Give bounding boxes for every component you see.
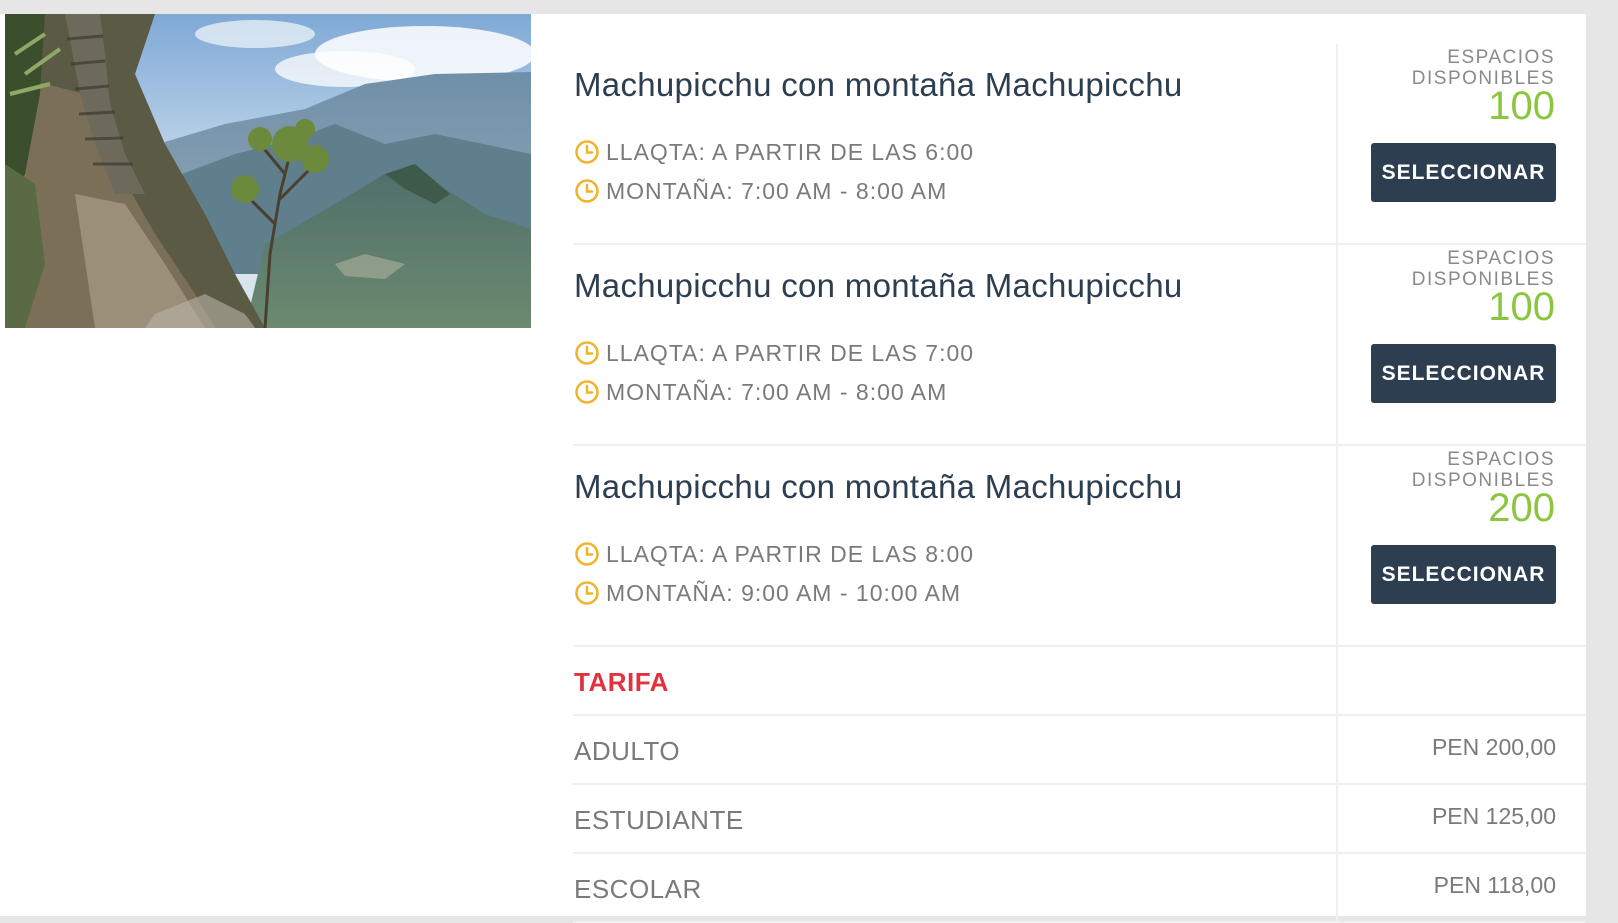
select-button[interactable]: SELECCIONAR xyxy=(1371,344,1556,403)
llaqta-time: LLAQTA: A PARTIR DE LAS 7:00 xyxy=(606,339,975,366)
price-value: PEN 125,00 xyxy=(1431,803,1556,829)
tour-row: Machupicchu con montaña Machupicchu LLAQ… xyxy=(573,44,1586,245)
llaqta-schedule: LLAQTA: A PARTIR DE LAS 8:00 xyxy=(574,540,974,568)
llaqta-time: LLAQTA: A PARTIR DE LAS 6:00 xyxy=(606,138,975,165)
llaqta-time: LLAQTA: A PARTIR DE LAS 8:00 xyxy=(606,540,975,567)
tarifa-heading: TARIFA xyxy=(574,667,669,697)
tarifa-header-row: TARIFA xyxy=(573,647,1586,716)
clock-icon xyxy=(575,380,599,404)
price-row: ESCOLAR PEN 118,00 xyxy=(573,854,1586,923)
availability-count: 100 xyxy=(1488,285,1555,329)
select-button[interactable]: SELECCIONAR xyxy=(1371,545,1556,604)
tour-row: Machupicchu con montaña Machupicchu LLAQ… xyxy=(573,245,1586,446)
select-button[interactable]: SELECCIONAR xyxy=(1371,143,1556,202)
tour-row: Machupicchu con montaña Machupicchu LLAQ… xyxy=(573,446,1586,647)
clock-icon xyxy=(575,140,599,164)
montana-time: MONTAÑA: 7:00 AM - 8:00 AM xyxy=(606,177,948,204)
availability-panel: ESPACIOS DISPONIBLES 200 SELECCIONAR xyxy=(1336,446,1588,645)
price-cell: PEN 200,00 xyxy=(1336,716,1588,783)
price-cell: PEN 125,00 xyxy=(1336,785,1588,852)
tour-photo xyxy=(5,14,531,328)
availability-count: 200 xyxy=(1488,486,1555,530)
availability-label: ESPACIOS DISPONIBLES xyxy=(1411,248,1555,290)
clock-icon xyxy=(575,542,599,566)
price-value: PEN 118,00 xyxy=(1433,872,1556,898)
availability-label: ESPACIOS DISPONIBLES xyxy=(1411,47,1555,89)
availability-panel: ESPACIOS DISPONIBLES 100 SELECCIONAR xyxy=(1336,44,1588,243)
availability-label: ESPACIOS DISPONIBLES xyxy=(1411,449,1555,491)
price-label: ESCOLAR xyxy=(574,874,702,904)
tarifa-header-right-cell xyxy=(1336,647,1588,714)
price-row: ESTUDIANTE PEN 125,00 xyxy=(573,785,1586,854)
price-cell: PEN 118,00 xyxy=(1336,854,1588,921)
clock-icon xyxy=(575,341,599,365)
price-row: ADULTO PEN 200,00 xyxy=(573,716,1586,785)
montana-time: MONTAÑA: 9:00 AM - 10:00 AM xyxy=(606,579,962,606)
price-value: PEN 200,00 xyxy=(1431,734,1556,760)
tour-card: Machupicchu con montaña Machupicchu LLAQ… xyxy=(0,14,1586,923)
availability-panel: ESPACIOS DISPONIBLES 100 SELECCIONAR xyxy=(1336,245,1588,444)
tour-title: Machupicchu con montaña Machupicchu xyxy=(574,66,1183,103)
llaqta-schedule: LLAQTA: A PARTIR DE LAS 6:00 xyxy=(574,138,974,166)
montana-schedule: MONTAÑA: 7:00 AM - 8:00 AM xyxy=(574,378,947,406)
montana-schedule: MONTAÑA: 7:00 AM - 8:00 AM xyxy=(574,177,947,205)
availability-count: 100 xyxy=(1488,84,1555,128)
clock-icon xyxy=(575,581,599,605)
tour-title: Machupicchu con montaña Machupicchu xyxy=(574,267,1183,304)
price-label: ADULTO xyxy=(574,736,681,766)
montana-schedule: MONTAÑA: 9:00 AM - 10:00 AM xyxy=(574,579,961,607)
tour-title: Machupicchu con montaña Machupicchu xyxy=(574,468,1183,505)
price-label: ESTUDIANTE xyxy=(574,805,744,835)
clock-icon xyxy=(575,179,599,203)
montana-time: MONTAÑA: 7:00 AM - 8:00 AM xyxy=(606,378,948,405)
llaqta-schedule: LLAQTA: A PARTIR DE LAS 7:00 xyxy=(574,339,974,367)
